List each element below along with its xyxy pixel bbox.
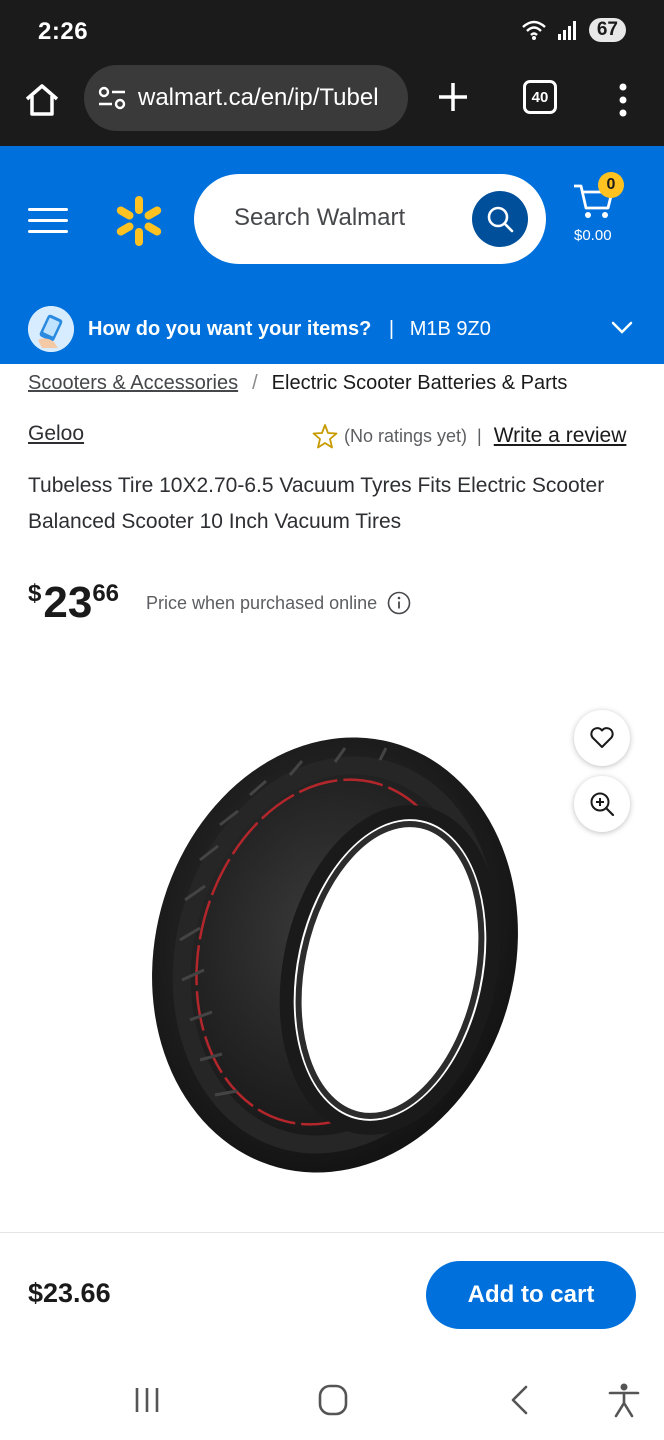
breadcrumb-link-batteries-parts[interactable]: Electric Scooter Batteries & Parts [272, 372, 568, 395]
browser-toolbar: walmart.ca/en/ip/Tubel 40 [0, 62, 664, 146]
ratings-row: (No ratings yet) | Write a review [312, 423, 626, 449]
price-note-text: Price when purchased online [146, 592, 378, 613]
breadcrumb-separator: / [252, 372, 258, 394]
zoom-in-icon [590, 792, 615, 817]
status-bar: 2:26 67 [0, 0, 664, 62]
breadcrumb-link-scooters[interactable]: Scooters & Accessories [28, 372, 238, 395]
cart-count-badge: 0 [598, 172, 624, 198]
price-note: Price when purchased online [146, 591, 411, 615]
accessibility-icon[interactable] [604, 1382, 644, 1418]
wifi-icon [522, 20, 546, 40]
footer-price: $23.66 [28, 1278, 111, 1308]
footer-divider [0, 1232, 664, 1233]
star-icon [312, 424, 338, 449]
signal-icon [557, 21, 576, 40]
heart-icon [590, 727, 614, 748]
more-options-icon[interactable] [608, 80, 638, 120]
search-button[interactable] [472, 191, 528, 247]
cart-total: $0.00 [574, 227, 612, 244]
walmart-spark-logo[interactable] [112, 194, 166, 248]
site-header: 0 $0.00 [0, 146, 664, 296]
price-dollars: 23 [43, 578, 93, 627]
brand-link[interactable]: Geloo [28, 422, 84, 446]
home-icon[interactable] [22, 80, 62, 120]
url-text[interactable]: walmart.ca/en/ip/Tubel [138, 84, 379, 112]
status-icons: 67 [521, 18, 626, 42]
add-to-cart-button[interactable]: Add to cart [426, 1261, 636, 1329]
fulfillment-text: How do you want your items? | M1B 9Z0 [88, 318, 491, 341]
battery-indicator: 67 [588, 18, 626, 42]
delivery-phone-icon [28, 306, 74, 352]
price-cents: 66 [92, 580, 120, 607]
fulfillment-selector[interactable]: How do you want your items? | M1B 9Z0 [0, 296, 664, 364]
fulfillment-separator: | [388, 318, 395, 340]
site-settings-icon[interactable] [96, 82, 128, 114]
product-title: Tubeless Tire 10X2.70-6.5 Vacuum Tyres F… [28, 474, 605, 533]
ratings-divider: | [477, 425, 482, 446]
menu-icon[interactable] [28, 206, 68, 236]
address-bar[interactable]: walmart.ca/en/ip/Tubel [84, 65, 408, 131]
zoom-button[interactable] [574, 776, 630, 832]
ratings-text: (No ratings yet) [344, 425, 468, 446]
chevron-down-icon[interactable] [610, 318, 634, 338]
cart-button[interactable]: 0 $0.00 [570, 172, 630, 252]
recent-apps-icon[interactable] [128, 1382, 168, 1418]
search-input[interactable] [234, 204, 454, 232]
product-price: $ 23 66 [28, 578, 119, 628]
write-review-link[interactable]: Write a review [494, 424, 627, 448]
price-currency: $ [28, 580, 42, 607]
search-bar [194, 174, 546, 264]
postal-code: M1B 9Z0 [409, 318, 491, 340]
system-navigation-bar [0, 1360, 664, 1440]
back-icon[interactable] [500, 1382, 540, 1418]
breadcrumb: Scooters & Accessories / Electric Scoote… [28, 372, 567, 395]
info-icon[interactable] [387, 591, 411, 615]
product-image[interactable] [140, 720, 540, 1190]
search-icon [487, 206, 514, 233]
favorite-button[interactable] [574, 710, 630, 766]
tab-switcher-button[interactable]: 40 [523, 80, 557, 114]
new-tab-icon[interactable] [434, 78, 472, 116]
status-time: 2:26 [38, 18, 89, 45]
home-button-icon[interactable] [313, 1382, 353, 1418]
fulfillment-question: How do you want your items? [88, 318, 372, 340]
